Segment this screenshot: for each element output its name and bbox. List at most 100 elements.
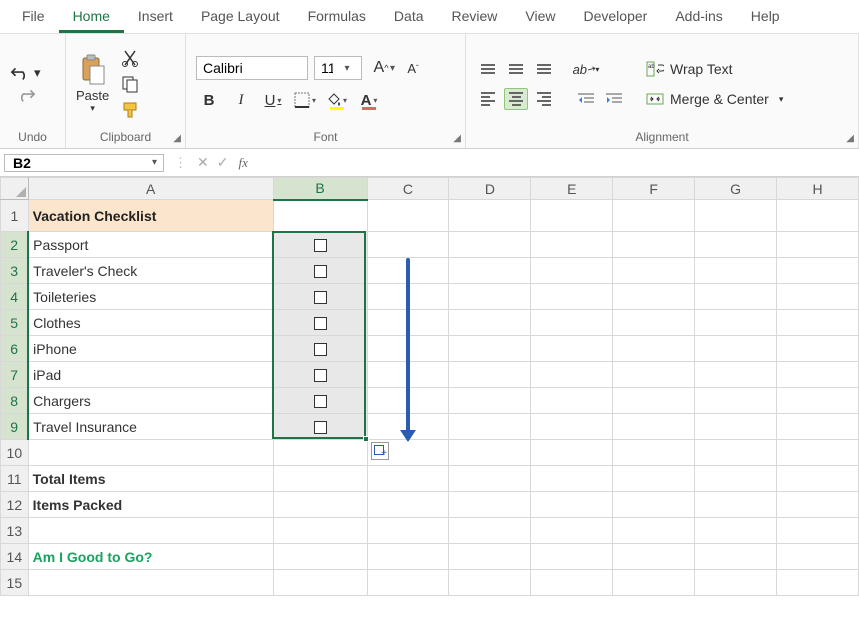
- wrap-text-button[interactable]: ab Wrap Text: [646, 59, 783, 79]
- cell-F4[interactable]: [613, 284, 695, 310]
- cell-G3[interactable]: [695, 258, 777, 284]
- chevron-down-icon[interactable]: ▾: [34, 65, 41, 81]
- copy-icon[interactable]: [121, 75, 139, 93]
- cell-D2[interactable]: [449, 232, 531, 258]
- cell-H12[interactable]: [777, 492, 859, 518]
- chevron-down-icon[interactable]: ▾: [90, 103, 95, 114]
- column-header-C[interactable]: C: [367, 178, 449, 200]
- cell-D4[interactable]: [449, 284, 531, 310]
- align-middle-button[interactable]: [504, 58, 528, 80]
- cell-G1[interactable]: [695, 200, 777, 232]
- formula-input[interactable]: [254, 155, 859, 171]
- cell-E6[interactable]: [531, 336, 613, 362]
- cell-E2[interactable]: [531, 232, 613, 258]
- cell-D13[interactable]: [449, 518, 531, 544]
- cell-A5[interactable]: Clothes: [28, 310, 273, 336]
- row-header-4[interactable]: 4: [1, 284, 29, 310]
- dialog-launcher-icon[interactable]: ◢: [846, 133, 854, 144]
- align-left-button[interactable]: [476, 88, 500, 110]
- cell-H15[interactable]: [777, 570, 859, 596]
- cell-F5[interactable]: [613, 310, 695, 336]
- checkbox[interactable]: [314, 395, 327, 408]
- row-header-10[interactable]: 10: [1, 440, 29, 466]
- name-box-input[interactable]: [5, 155, 125, 171]
- row-header-8[interactable]: 8: [1, 388, 29, 414]
- cell-F6[interactable]: [613, 336, 695, 362]
- menu-tab-file[interactable]: File: [8, 2, 59, 33]
- cell-H13[interactable]: [777, 518, 859, 544]
- enter-formula-icon[interactable]: ✓: [213, 154, 233, 171]
- row-header-7[interactable]: 7: [1, 362, 29, 388]
- cell-D8[interactable]: [449, 388, 531, 414]
- row-header-14[interactable]: 14: [1, 544, 29, 570]
- chevron-down-icon[interactable]: ▾: [125, 157, 163, 168]
- cell-H14[interactable]: [777, 544, 859, 570]
- checkbox[interactable]: [314, 343, 327, 356]
- row-header-9[interactable]: 9: [1, 414, 29, 440]
- column-header-F[interactable]: F: [613, 178, 695, 200]
- cell-D15[interactable]: [449, 570, 531, 596]
- cell-B13[interactable]: [273, 518, 367, 544]
- cell-A6[interactable]: iPhone: [28, 336, 273, 362]
- cell-C15[interactable]: [367, 570, 449, 596]
- cell-F1[interactable]: [613, 200, 695, 232]
- cell-B4[interactable]: [273, 284, 367, 310]
- checkbox[interactable]: [314, 369, 327, 382]
- cell-C13[interactable]: [367, 518, 449, 544]
- format-painter-icon[interactable]: [121, 101, 139, 119]
- cell-H5[interactable]: [777, 310, 859, 336]
- cell-E11[interactable]: [531, 466, 613, 492]
- cell-D14[interactable]: [449, 544, 531, 570]
- cell-E10[interactable]: [531, 440, 613, 466]
- cell-E13[interactable]: [531, 518, 613, 544]
- cell-H9[interactable]: [777, 414, 859, 440]
- menu-tab-insert[interactable]: Insert: [124, 2, 187, 33]
- cell-B10[interactable]: [273, 440, 367, 466]
- cell-F7[interactable]: [613, 362, 695, 388]
- cell-A3[interactable]: Traveler's Check: [28, 258, 273, 284]
- cell-H10[interactable]: [777, 440, 859, 466]
- cell-E8[interactable]: [531, 388, 613, 414]
- chevron-down-icon[interactable]: ▾: [779, 94, 784, 105]
- cell-A11[interactable]: Total Items: [28, 466, 273, 492]
- cell-A14[interactable]: Am I Good to Go?: [28, 544, 273, 570]
- row-header-2[interactable]: 2: [1, 232, 29, 258]
- cell-B1[interactable]: [273, 200, 367, 232]
- font-size-input[interactable]: [315, 60, 339, 76]
- cell-H1[interactable]: [777, 200, 859, 232]
- align-top-button[interactable]: [476, 58, 500, 80]
- select-all-corner[interactable]: [1, 178, 29, 200]
- cell-G13[interactable]: [695, 518, 777, 544]
- cell-E1[interactable]: [531, 200, 613, 232]
- cell-E15[interactable]: [531, 570, 613, 596]
- chevron-down-icon[interactable]: ▾: [339, 63, 355, 74]
- cell-D7[interactable]: [449, 362, 531, 388]
- cell-E7[interactable]: [531, 362, 613, 388]
- cell-F14[interactable]: [613, 544, 695, 570]
- cell-C14[interactable]: [367, 544, 449, 570]
- cell-F2[interactable]: [613, 232, 695, 258]
- dialog-launcher-icon[interactable]: ◢: [453, 133, 461, 144]
- decrease-font-icon[interactable]: Aˇ: [400, 56, 426, 80]
- row-header-5[interactable]: 5: [1, 310, 29, 336]
- cell-E3[interactable]: [531, 258, 613, 284]
- cell-B15[interactable]: [273, 570, 367, 596]
- cell-H4[interactable]: [777, 284, 859, 310]
- cell-E14[interactable]: [531, 544, 613, 570]
- row-header-13[interactable]: 13: [1, 518, 29, 544]
- row-header-3[interactable]: 3: [1, 258, 29, 284]
- cell-A8[interactable]: Chargers: [28, 388, 273, 414]
- cell-F10[interactable]: [613, 440, 695, 466]
- align-bottom-button[interactable]: [532, 58, 556, 80]
- cell-F12[interactable]: [613, 492, 695, 518]
- cell-E12[interactable]: [531, 492, 613, 518]
- row-header-12[interactable]: 12: [1, 492, 29, 518]
- cell-B8[interactable]: [273, 388, 367, 414]
- cell-F9[interactable]: [613, 414, 695, 440]
- cell-E4[interactable]: [531, 284, 613, 310]
- cell-D1[interactable]: [449, 200, 531, 232]
- row-header-11[interactable]: 11: [1, 466, 29, 492]
- checkbox[interactable]: [314, 265, 327, 278]
- cell-G6[interactable]: [695, 336, 777, 362]
- cell-D5[interactable]: [449, 310, 531, 336]
